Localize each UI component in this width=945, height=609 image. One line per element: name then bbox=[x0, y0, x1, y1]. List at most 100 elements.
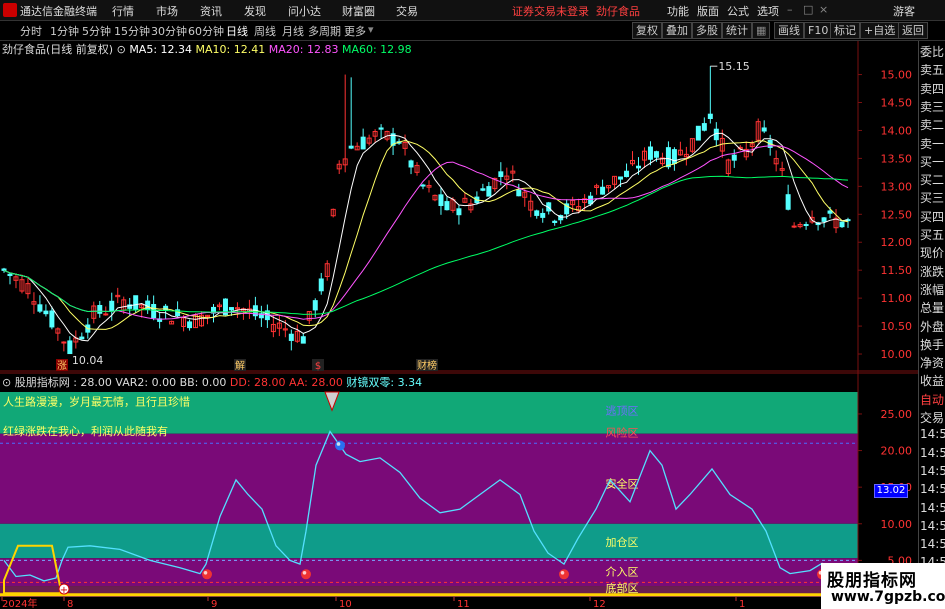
adjust-button[interactable]: 复权 bbox=[632, 22, 662, 39]
period-tick[interactable]: 分时 bbox=[20, 23, 42, 39]
quote-label: 14:56 bbox=[920, 500, 945, 515]
period-30min[interactable]: 30分钟 bbox=[151, 23, 187, 39]
candle-body bbox=[695, 125, 701, 141]
settings-icon[interactable]: ⊙ bbox=[2, 376, 11, 389]
period-multi[interactable]: 多周期 bbox=[308, 23, 341, 39]
candle-body bbox=[456, 208, 462, 216]
grid-icon[interactable]: ▦ bbox=[752, 22, 771, 39]
watermark-url: www.7gpzb.com bbox=[831, 589, 945, 605]
candle-body bbox=[360, 136, 366, 150]
quote-label: 总量 bbox=[920, 301, 945, 316]
y-tick-label: 12.50 bbox=[881, 208, 913, 221]
add-watchlist-button[interactable]: +自选 bbox=[860, 22, 900, 39]
period-day[interactable]: 日线 bbox=[226, 23, 248, 39]
period-5min[interactable]: 5分钟 bbox=[82, 23, 111, 39]
candle-body bbox=[318, 278, 324, 292]
quote-label: 自动 bbox=[920, 392, 945, 407]
menu-function[interactable]: 功能 bbox=[667, 3, 689, 19]
menu-formula[interactable]: 公式 bbox=[727, 3, 749, 19]
quote-panel: 委比 卖五 卖四 卖三 卖二 卖一 买一 买二 买三 买四 买五 现价 涨跌 涨幅 总量 外盘 换手 净资 收益 自动… bbox=[918, 41, 945, 609]
candle-body bbox=[109, 300, 115, 312]
minimize-icon[interactable]: – bbox=[787, 3, 793, 16]
period-15min[interactable]: 15分钟 bbox=[114, 23, 150, 39]
quote-label: 现价 bbox=[920, 246, 945, 261]
period-60min[interactable]: 60分钟 bbox=[188, 23, 224, 39]
candle-body bbox=[67, 340, 73, 355]
candle-body bbox=[803, 224, 809, 227]
candle-body bbox=[1, 268, 7, 271]
y-tick-label: 15.00 bbox=[881, 69, 913, 82]
candle-body bbox=[516, 189, 522, 197]
back-button[interactable]: 返回 bbox=[898, 22, 928, 39]
period-1min[interactable]: 1分钟 bbox=[50, 23, 79, 39]
y-tick-label: 11.00 bbox=[881, 292, 913, 305]
period-month[interactable]: 月线 bbox=[282, 23, 304, 39]
candle-body bbox=[635, 165, 641, 169]
menu-discover[interactable]: 发现 bbox=[244, 3, 266, 19]
period-more[interactable]: 更多 bbox=[344, 23, 366, 39]
overlay-button[interactable]: 叠加 bbox=[662, 22, 692, 39]
menu-market[interactable]: 市场 bbox=[156, 3, 178, 19]
quote-label: 卖三 bbox=[920, 99, 945, 114]
quote-label: 卖二 bbox=[920, 118, 945, 133]
candle-body bbox=[600, 186, 606, 195]
indicator-dd: DD: 28.00 bbox=[229, 376, 286, 389]
menu-news[interactable]: 资讯 bbox=[200, 3, 222, 19]
chevron-down-icon[interactable]: ▾ bbox=[368, 23, 374, 36]
quote-label: 买三 bbox=[920, 191, 945, 206]
menu-options[interactable]: 选项 bbox=[757, 3, 779, 19]
indicator-chart[interactable]: 25.0020.0015.0010.005.00逃顶区风险区安全区加仓区介入区底… bbox=[0, 372, 918, 597]
app-titlebar: 通达信金融终端 行情 市场 资讯 发现 问小达 财富圈 交易 证券交易未登录 劲… bbox=[0, 0, 945, 21]
quote-label: 收益 bbox=[920, 374, 945, 389]
close-icon[interactable]: × bbox=[819, 3, 828, 16]
quote-label: 14:56 bbox=[920, 463, 945, 478]
candle-body bbox=[486, 186, 492, 197]
indicator-extra: 财镜双零: 3.34 bbox=[346, 376, 423, 389]
candle-body bbox=[791, 225, 797, 228]
low-price-label: 10.04 bbox=[72, 354, 104, 367]
signal-ball bbox=[202, 569, 212, 580]
indicator-zone bbox=[0, 433, 858, 524]
quote-label: 委比 bbox=[920, 45, 945, 59]
login-status[interactable]: 证券交易未登录 劲仔食品 bbox=[512, 3, 640, 19]
f10-button[interactable]: F10 bbox=[804, 22, 833, 39]
menu-trade[interactable]: 交易 bbox=[396, 3, 418, 19]
candle-body bbox=[187, 321, 193, 329]
multi-stock-button[interactable]: 多股 bbox=[692, 22, 722, 39]
mark-button[interactable]: 标记 bbox=[830, 22, 860, 39]
quote-label: 外盘 bbox=[920, 319, 945, 334]
menu-layout[interactable]: 版面 bbox=[697, 3, 719, 19]
y-tick-label: 13.00 bbox=[881, 180, 913, 193]
quote-label: 换手 bbox=[920, 337, 945, 352]
indicator-y-tick: 25.00 bbox=[881, 408, 913, 421]
candle-body bbox=[480, 188, 486, 191]
candle-body bbox=[588, 195, 594, 205]
indicator-values: 股朋指标网 : 28.00 VAR2: 0.00 BB: 0.00 bbox=[14, 376, 227, 389]
zone-label: 风险区 bbox=[606, 425, 639, 439]
candlestick-chart[interactable]: 15.00 14.50 14.00 13.50 13.00 12.50 12.00 11.50… bbox=[0, 41, 918, 372]
signal-ball bbox=[301, 569, 311, 580]
maximize-icon[interactable]: □ bbox=[803, 3, 813, 16]
top-signal-ball bbox=[335, 440, 345, 451]
gear-icon[interactable]: ⊙ bbox=[117, 43, 126, 56]
zone-label: 底部区 bbox=[606, 581, 639, 595]
zone-label: 加仓区 bbox=[606, 535, 639, 549]
ma-line bbox=[3, 139, 849, 330]
y-tick-label: 11.50 bbox=[881, 264, 913, 277]
draw-button[interactable]: 画线 bbox=[774, 22, 804, 39]
y-tick-label: 14.50 bbox=[881, 97, 913, 110]
menu-quotes[interactable]: 行情 bbox=[112, 3, 134, 19]
quote-label: 买四 bbox=[920, 209, 945, 224]
stats-button[interactable]: 统计 bbox=[722, 22, 752, 39]
candle-body bbox=[444, 201, 450, 211]
candle-body bbox=[827, 210, 833, 214]
candle-body bbox=[821, 217, 827, 222]
menu-wealth[interactable]: 财富圈 bbox=[342, 3, 375, 19]
high-price-label: 15.15 bbox=[718, 60, 750, 73]
ma60-label: MA60: 12.98 bbox=[341, 43, 412, 56]
candle-body bbox=[534, 210, 540, 216]
period-week[interactable]: 周线 bbox=[254, 23, 276, 39]
menu-ask[interactable]: 问小达 bbox=[288, 3, 321, 19]
guest-link[interactable]: 游客 bbox=[893, 3, 915, 19]
indicator-y-tick: 20.00 bbox=[881, 445, 913, 458]
